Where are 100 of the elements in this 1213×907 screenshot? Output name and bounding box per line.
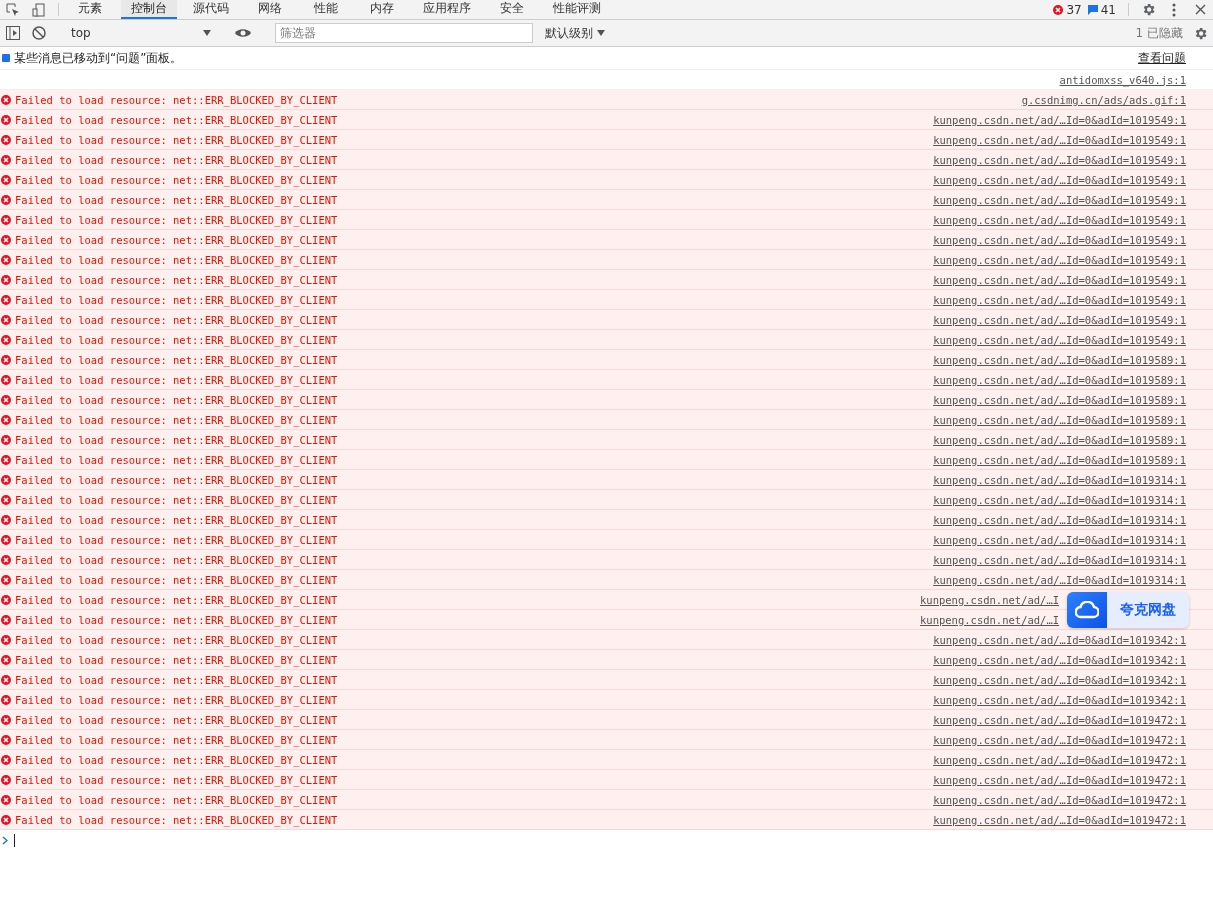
error-message: Failed to load resource: net::ERR_BLOCKED_BY_CLIENT: [15, 253, 338, 266]
error-message: Failed to load resource: net::ERR_BLOCKED_BY_CLIENT: [15, 93, 338, 106]
source-link[interactable]: kunpeng.csdn.net/ad/…Id=0&adId=1019342:1: [933, 673, 1186, 686]
source-link[interactable]: kunpeng.csdn.net/ad/…Id=0&adId=1019589:1: [933, 413, 1186, 426]
source-link[interactable]: kunpeng.csdn.net/ad/…Id=0&adId=1019342:1: [933, 653, 1186, 666]
error-message: Failed to load resource: net::ERR_BLOCKED_BY_CLIENT: [15, 573, 338, 586]
error-icon: [1053, 4, 1064, 15]
source-link[interactable]: kunpeng.csdn.net/ad/…Id=0&adId=1019549:1: [933, 253, 1186, 266]
error-icon: [1, 234, 11, 245]
error-icon: [1, 614, 11, 625]
source-link[interactable]: kunpeng.csdn.net/ad/…Id=0&adId=1019589:1: [933, 393, 1186, 406]
error-icon: [1, 154, 11, 165]
source-link[interactable]: kunpeng.csdn.net/ad/…Id=0&adId=1019589:1: [933, 373, 1186, 386]
source-link[interactable]: kunpeng.csdn.net/ad/…Id=0&adId=1019314:1: [933, 533, 1186, 546]
error-message: Failed to load resource: net::ERR_BLOCKED_BY_CLIENT: [15, 353, 338, 366]
source-link[interactable]: kunpeng.csdn.net/ad/…Id=0&adId=1019314:1: [933, 513, 1186, 526]
source-link[interactable]: kunpeng.csdn.net/ad/…Id=0&adId=1019472:1: [933, 773, 1186, 786]
source-link[interactable]: kunpeng.csdn.net/ad/…Id=0&adId=1019549:1: [933, 233, 1186, 246]
error-message: Failed to load resource: net::ERR_BLOCKED_BY_CLIENT: [15, 493, 338, 506]
error-icon: [1, 294, 11, 305]
source-link[interactable]: kunpeng.csdn.net/ad/…Id=0&adId=1019314:1: [933, 573, 1186, 586]
tab[interactable]: 元素: [65, 0, 115, 19]
tab[interactable]: 网络: [245, 0, 295, 19]
error-message: Failed to load resource: net::ERR_BLOCKED_BY_CLIENT: [15, 293, 338, 306]
source-link[interactable]: kunpeng.csdn.net/ad/…Id=0&adId=1019589:1: [933, 453, 1186, 466]
tab[interactable]: 源代码: [183, 0, 239, 19]
error-icon: [1, 774, 11, 785]
source-link[interactable]: kunpeng.csdn.net/ad/…Id=0&adId=1019549:1: [933, 193, 1186, 206]
source-link[interactable]: kunpeng.csdn.net/ad/…Id=0&adId=1019549:1: [933, 153, 1186, 166]
source-link[interactable]: kunpeng.csdn.net/ad/…I: [920, 593, 1060, 606]
source-link[interactable]: kunpeng.csdn.net/ad/…Id=0&adId=1019342:1: [933, 633, 1186, 646]
error-message: Failed to load resource: net::ERR_BLOCKED_BY_CLIENT: [15, 773, 338, 786]
error-count[interactable]: 37: [1053, 0, 1082, 19]
error-icon: [1, 194, 11, 205]
error-message: Failed to load resource: net::ERR_BLOCKED_BY_CLIENT: [15, 593, 338, 606]
error-icon: [1, 594, 11, 605]
error-message: Failed to load resource: net::ERR_BLOCKED_BY_CLIENT: [15, 173, 338, 186]
source-link[interactable]: kunpeng.csdn.net/ad/…Id=0&adId=1019472:1: [933, 793, 1186, 806]
source-link[interactable]: kunpeng.csdn.net/ad/…Id=0&adId=1019549:1: [933, 173, 1186, 186]
level-select[interactable]: 默认级别: [539, 24, 611, 42]
source-link[interactable]: kunpeng.csdn.net/ad/…Id=0&adId=1019549:1: [933, 133, 1186, 146]
source-link[interactable]: kunpeng.csdn.net/ad/…Id=0&adId=1019314:1: [933, 473, 1186, 486]
tab[interactable]: 应用程序: [413, 0, 481, 19]
error-message: Failed to load resource: net::ERR_BLOCKED_BY_CLIENT: [15, 453, 338, 466]
error-message: Failed to load resource: net::ERR_BLOCKED_BY_CLIENT: [15, 613, 338, 626]
tab[interactable]: 安全: [487, 0, 537, 19]
error-icon: [1, 754, 11, 765]
error-message: Failed to load resource: net::ERR_BLOCKED_BY_CLIENT: [15, 513, 338, 526]
source-link[interactable]: kunpeng.csdn.net/ad/…Id=0&adId=1019549:1: [933, 273, 1186, 286]
error-message: Failed to load resource: net::ERR_BLOCKED_BY_CLIENT: [15, 553, 338, 566]
tab[interactable]: 性能: [301, 0, 351, 19]
info-icon: [2, 54, 10, 62]
error-icon: [1, 134, 11, 145]
error-icon: [1, 454, 11, 465]
tab[interactable]: 性能评测: [543, 0, 611, 19]
error-icon: [1, 794, 11, 805]
error-message: Failed to load resource: net::ERR_BLOCKED_BY_CLIENT: [15, 433, 338, 446]
source-link[interactable]: g.csdnimg.cn/ads/ads.gif:1: [1021, 93, 1186, 106]
cloud-drive-widget[interactable]: 夸克网盘: [1067, 592, 1189, 628]
error-icon: [1, 314, 11, 325]
error-icon: [1, 374, 11, 385]
source-link[interactable]: kunpeng.csdn.net/ad/…Id=0&adId=1019549:1: [933, 333, 1186, 346]
error-icon: [1, 354, 11, 365]
text-cursor: [14, 833, 15, 847]
source-link[interactable]: kunpeng.csdn.net/ad/…Id=0&adId=1019472:1: [933, 753, 1186, 766]
source-link[interactable]: kunpeng.csdn.net/ad/…Id=0&adId=1019549:1: [933, 113, 1186, 126]
error-icon: [1, 174, 11, 185]
tab[interactable]: 内存: [357, 0, 407, 19]
hidden-count[interactable]: 1 已隐藏: [1131, 24, 1187, 42]
source-link[interactable]: kunpeng.csdn.net/ad/…Id=0&adId=1019472:1: [933, 813, 1186, 826]
source-link[interactable]: kunpeng.csdn.net/ad/…Id=0&adId=1019314:1: [933, 493, 1186, 506]
error-icon: [1, 694, 11, 705]
error-icon: [1, 714, 11, 725]
error-icon: [1, 574, 11, 585]
error-message: Failed to load resource: net::ERR_BLOCKED_BY_CLIENT: [15, 653, 338, 666]
source-link[interactable]: kunpeng.csdn.net/ad/…Id=0&adId=1019549:1: [933, 213, 1186, 226]
source-link[interactable]: antidomxss_v640.js:1: [1059, 73, 1186, 86]
view-issues-link[interactable]: 查看问题: [1138, 49, 1186, 67]
error-icon: [1, 554, 11, 565]
filter-field[interactable]: 筛选器: [275, 23, 533, 43]
error-message: Failed to load resource: net::ERR_BLOCKED_BY_CLIENT: [15, 753, 338, 766]
source-link[interactable]: kunpeng.csdn.net/ad/…Id=0&adId=1019472:1: [933, 733, 1186, 746]
error-icon: [1, 814, 11, 825]
source-link[interactable]: kunpeng.csdn.net/ad/…Id=0&adId=1019589:1: [933, 353, 1186, 366]
caret-icon: [203, 30, 211, 36]
source-link[interactable]: kunpeng.csdn.net/ad/…Id=0&adId=1019589:1: [933, 433, 1186, 446]
error-message: Failed to load resource: net::ERR_BLOCKED_BY_CLIENT: [15, 733, 338, 746]
error-message: Failed to load resource: net::ERR_BLOCKED_BY_CLIENT: [15, 393, 338, 406]
caret-icon: [597, 30, 605, 36]
tab[interactable]: 控制台: [121, 0, 177, 19]
message-count[interactable]: 41: [1087, 0, 1116, 19]
source-link[interactable]: kunpeng.csdn.net/ad/…I: [920, 613, 1060, 626]
source-link[interactable]: kunpeng.csdn.net/ad/…Id=0&adId=1019342:1: [933, 693, 1186, 706]
error-message: Failed to load resource: net::ERR_BLOCKED_BY_CLIENT: [15, 213, 338, 226]
source-link[interactable]: kunpeng.csdn.net/ad/…Id=0&adId=1019314:1: [933, 553, 1186, 566]
source-link[interactable]: kunpeng.csdn.net/ad/…Id=0&adId=1019549:1: [933, 293, 1186, 306]
source-link[interactable]: kunpeng.csdn.net/ad/…Id=0&adId=1019472:1: [933, 713, 1186, 726]
source-link[interactable]: kunpeng.csdn.net/ad/…Id=0&adId=1019549:1: [933, 313, 1186, 326]
error-icon: [1, 734, 11, 745]
context-select[interactable]: top: [65, 23, 217, 43]
